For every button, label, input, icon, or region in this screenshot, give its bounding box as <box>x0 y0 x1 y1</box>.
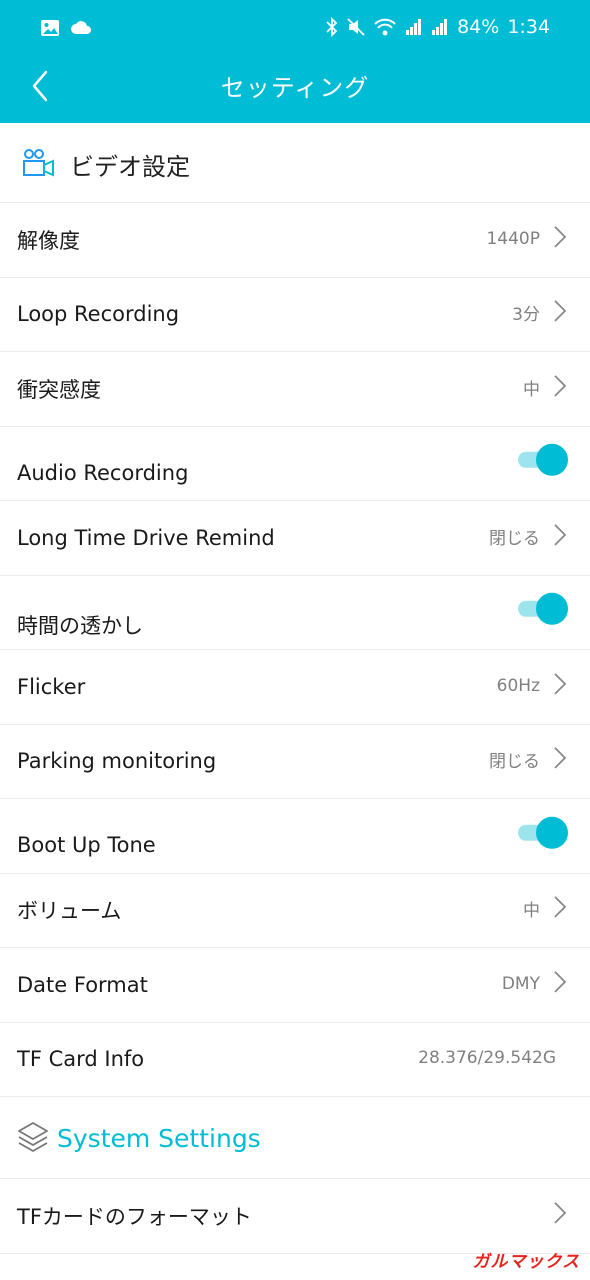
setting-label: Audio Recording <box>17 460 189 485</box>
cloud-icon <box>70 18 92 42</box>
setting-label: Flicker <box>17 674 86 699</box>
wifi-icon <box>373 17 397 37</box>
setting-label: Loop Recording <box>17 302 180 327</box>
site-watermark: ガルマックス <box>472 1252 580 1272</box>
chevron-right-icon <box>554 1201 567 1224</box>
video-settings-header: ビデオ設定 <box>0 123 590 203</box>
setting-row-loop-recording[interactable]: Loop Recording 3分 <box>0 278 590 352</box>
chevron-right-icon <box>554 747 567 769</box>
setting-row-tf-card-info: TF Card Info 28.376/29.542G <box>0 1023 590 1097</box>
mute-icon <box>347 17 365 37</box>
section-title: ビデオ設定 <box>70 153 190 181</box>
setting-row-collision-sensitivity[interactable]: 衝突感度 中 <box>0 352 590 427</box>
status-system: 84% 1:34 <box>325 16 550 38</box>
nav-bar: セッティング <box>0 58 590 123</box>
chevron-right-icon <box>554 523 567 546</box>
chevron-right-icon <box>554 672 567 695</box>
setting-value: 1440P <box>486 228 540 249</box>
system-settings-header: System Settings <box>0 1097 590 1179</box>
setting-value: 60Hz <box>496 675 540 696</box>
setting-value: 中 <box>523 901 540 922</box>
setting-label: TF Card Info <box>17 1047 145 1072</box>
layers-icon <box>16 1120 50 1158</box>
battery-level: 84% <box>457 16 500 38</box>
setting-row-time-watermark: 時間の透かし <box>0 576 590 650</box>
setting-value: DMY <box>501 973 540 994</box>
setting-row-boot-up-tone: Boot Up Tone <box>0 799 590 874</box>
toggle-knob <box>536 816 568 849</box>
setting-value: 閉じる <box>489 528 540 549</box>
audio-recording-toggle[interactable] <box>518 444 568 477</box>
setting-label: 時間の透かし <box>17 613 143 638</box>
chevron-right-icon <box>554 225 567 248</box>
setting-row-resolution[interactable]: 解像度 1440P <box>0 203 590 278</box>
chevron-right-icon <box>554 896 567 918</box>
setting-label: ボリューム <box>17 899 122 924</box>
clock: 1:34 <box>507 16 550 38</box>
setting-label: 衝突感度 <box>17 377 101 402</box>
signal-icon-2 <box>431 17 449 37</box>
chevron-right-icon <box>554 970 567 993</box>
setting-label: Parking monitoring <box>17 749 217 774</box>
status-notifications <box>40 18 92 42</box>
status-bar: 84% 1:34 <box>0 0 590 58</box>
setting-label: TFカードのフォーマット <box>17 1204 252 1229</box>
setting-row-flicker[interactable]: Flicker 60Hz <box>0 650 590 725</box>
setting-row-audio-recording: Audio Recording <box>0 427 590 501</box>
setting-row-tf-card-format[interactable]: TFカードのフォーマット <box>0 1179 590 1254</box>
setting-value: 3分 <box>512 305 540 326</box>
setting-row-parking-monitoring[interactable]: Parking monitoring 閉じる <box>0 725 590 799</box>
setting-label: Date Format <box>17 972 148 997</box>
setting-label: Long Time Drive Remind <box>17 525 275 550</box>
chevron-right-icon <box>554 374 567 397</box>
time-watermark-toggle[interactable] <box>518 593 568 626</box>
toggle-knob <box>536 593 568 626</box>
setting-row-long-time-drive-remind[interactable]: Long Time Drive Remind 閉じる <box>0 501 590 576</box>
section-title: System Settings <box>57 1124 261 1153</box>
gallery-icon <box>40 18 60 42</box>
settings-list: ビデオ設定 解像度 1440P Loop Recording 3分 衝突感度 中… <box>0 123 590 1280</box>
setting-value: 28.376/29.542G <box>418 1048 556 1069</box>
setting-row-date-format[interactable]: Date Format DMY <box>0 948 590 1023</box>
boot-up-tone-toggle[interactable] <box>518 816 568 849</box>
bluetooth-icon <box>325 17 339 37</box>
setting-row-volume[interactable]: ボリューム 中 <box>0 874 590 948</box>
setting-label: 解像度 <box>17 228 80 253</box>
toggle-knob <box>536 444 568 477</box>
app-header: 84% 1:34 セッティング <box>0 0 590 123</box>
video-camera-icon <box>22 149 56 181</box>
page-title: セッティング <box>220 74 370 102</box>
chevron-right-icon <box>554 300 567 322</box>
setting-label: Boot Up Tone <box>17 833 156 857</box>
setting-value: 中 <box>523 379 540 400</box>
signal-icon <box>405 17 423 37</box>
setting-value: 閉じる <box>489 752 540 773</box>
